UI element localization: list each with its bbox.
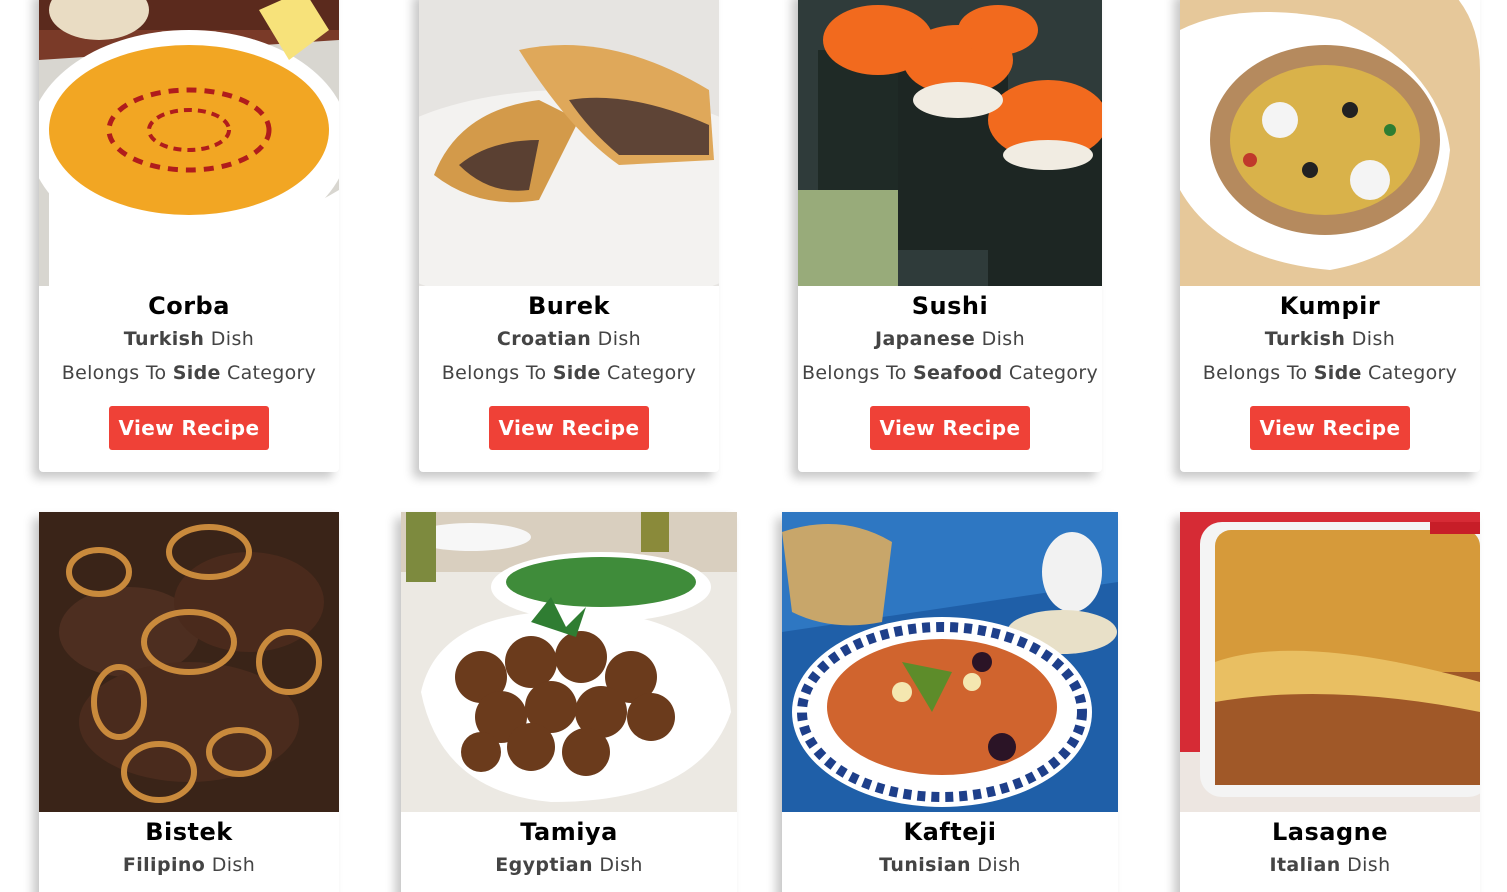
view-recipe-button[interactable]: View Recipe xyxy=(869,406,1031,450)
recipe-title: Kafteji xyxy=(903,818,997,846)
recipe-origin: Turkish Dish xyxy=(1264,328,1396,350)
recipe-title: Kumpir xyxy=(1279,292,1381,320)
recipe-title: Tamiya xyxy=(520,818,618,846)
recipe-image-burek[interactable] xyxy=(419,0,719,286)
recipe-category: Belongs To Side Category xyxy=(61,362,317,384)
recipe-card: Tamiya Egyptian Dish xyxy=(401,512,737,892)
view-recipe-button[interactable]: View Recipe xyxy=(488,406,650,450)
recipe-category: Belongs To Side Category xyxy=(1202,362,1458,384)
recipe-origin: Tunisian Dish xyxy=(879,854,1021,876)
recipe-card: Lasagne Italian Dish xyxy=(1180,512,1480,892)
recipe-card: Kumpir Turkish Dish Belongs To Side Cate… xyxy=(1180,0,1480,472)
recipe-card: Burek Croatian Dish Belongs To Side Cate… xyxy=(419,0,719,472)
recipe-card: Bistek Filipino Dish xyxy=(39,512,339,892)
recipe-image-kumpir[interactable] xyxy=(1180,0,1480,286)
recipe-title: Lasagne xyxy=(1271,818,1388,846)
view-recipe-button[interactable]: View Recipe xyxy=(1249,406,1411,450)
recipe-origin: Croatian Dish xyxy=(496,328,642,350)
recipe-category: Belongs To Seafood Category xyxy=(801,362,1099,384)
recipe-image-bistek[interactable] xyxy=(39,512,339,812)
recipe-image-corba[interactable] xyxy=(39,0,339,286)
recipe-origin: Egyptian Dish xyxy=(495,854,643,876)
recipe-grid: Corba Turkish Dish Belongs To Side Categ… xyxy=(0,0,1507,892)
recipe-origin: Italian Dish xyxy=(1269,854,1391,876)
recipe-origin: Filipino Dish xyxy=(122,854,256,876)
recipe-origin: Turkish Dish xyxy=(123,328,255,350)
recipe-image-lasagne[interactable] xyxy=(1180,512,1480,812)
recipe-title: Corba xyxy=(148,292,230,320)
recipe-image-sushi[interactable] xyxy=(798,0,1102,286)
recipe-card: Sushi Japanese Dish Belongs To Seafood C… xyxy=(798,0,1102,472)
recipe-title: Sushi xyxy=(911,292,989,320)
recipe-image-kafteji[interactable] xyxy=(782,512,1118,812)
view-recipe-button[interactable]: View Recipe xyxy=(108,406,270,450)
recipe-origin: Japanese Dish xyxy=(874,328,1026,350)
recipe-card: Corba Turkish Dish Belongs To Side Categ… xyxy=(39,0,339,472)
recipe-category: Belongs To Side Category xyxy=(441,362,697,384)
recipe-title: Bistek xyxy=(145,818,233,846)
recipe-title: Burek xyxy=(528,292,610,320)
recipe-card: Kafteji Tunisian Dish xyxy=(782,512,1118,892)
recipe-image-tamiya[interactable] xyxy=(401,512,737,812)
